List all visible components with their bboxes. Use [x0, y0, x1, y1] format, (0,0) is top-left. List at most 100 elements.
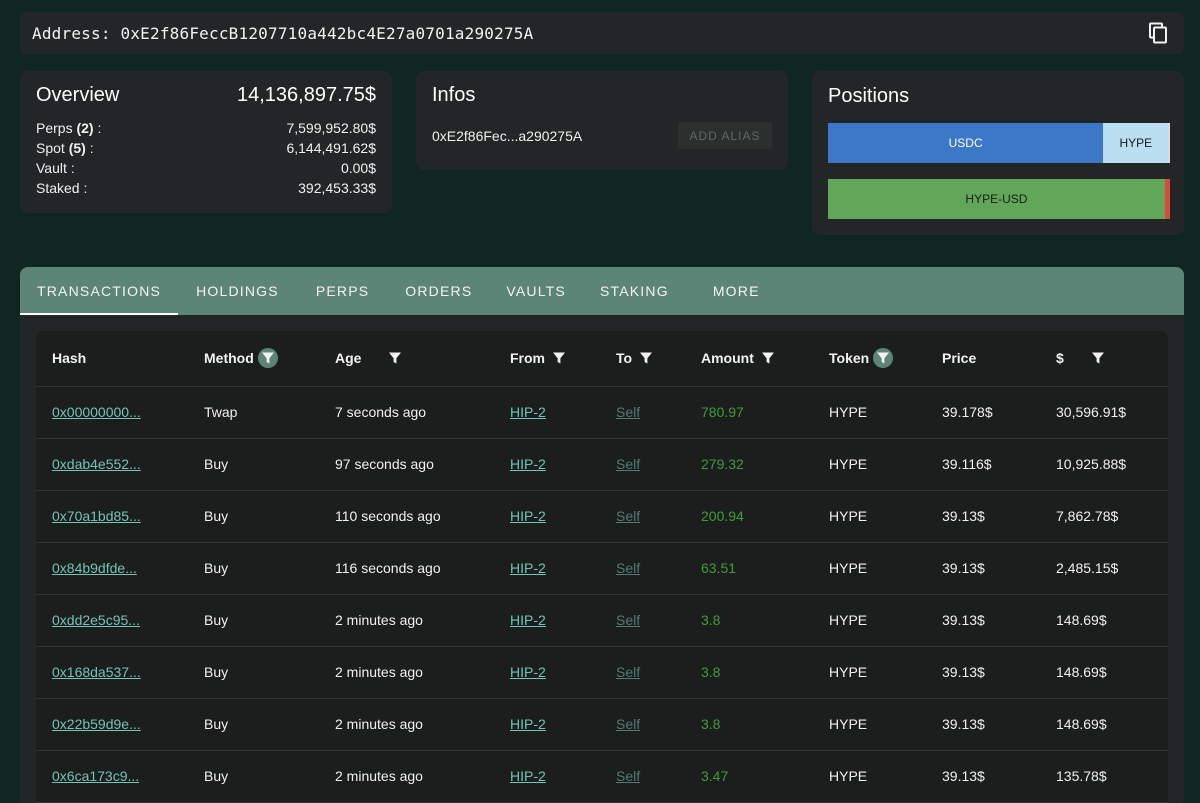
tx-to-link[interactable]: Self — [616, 456, 640, 472]
table-cell: 0xdab4e552... — [36, 438, 188, 491]
tx-to-link[interactable]: Self — [616, 768, 640, 784]
filter-icon[interactable] — [257, 348, 278, 369]
tx-age: 2 minutes ago — [335, 612, 423, 628]
overview-row-label: Vault : — [36, 160, 75, 176]
table-cell: Self — [600, 750, 685, 803]
tx-hash-link[interactable]: 0x168da537... — [52, 664, 141, 680]
filter-icon[interactable] — [873, 348, 894, 369]
position-segment-usdc[interactable]: USDC — [828, 123, 1104, 163]
position-segment-hype-usd[interactable]: HYPE-USD — [828, 179, 1165, 219]
overview-card: Overview 14,136,897.75$ Perps (2) : 7,59… — [20, 71, 392, 213]
tx-from-link[interactable]: HIP-2 — [510, 508, 546, 524]
tx-age: 7 seconds ago — [335, 404, 427, 420]
table-cell: 3.47 — [685, 750, 813, 803]
tx-hash-link[interactable]: 0xdd2e5c95... — [52, 612, 140, 628]
tx-to-link[interactable]: Self — [616, 612, 640, 628]
position-segment[interactable] — [1164, 179, 1170, 219]
table-cell: Self — [600, 386, 685, 439]
table-cell: 2 minutes ago — [319, 750, 494, 803]
column-header-hash: Hash — [36, 331, 188, 387]
column-header-amount: Amount — [685, 331, 813, 387]
table-row: 0x6ca173c9... Buy 2 minutes ago HIP-2 Self 3.… — [36, 750, 1168, 803]
table-cell: HIP-2 — [494, 386, 600, 439]
address-bar: Address: 0xE2f86FeccB1207710a442bc4E27a0… — [20, 12, 1184, 54]
table-cell: 780.97 — [685, 386, 813, 439]
table-cell: 148.69$ — [1040, 646, 1168, 699]
tab-holdings[interactable]: HOLDINGS — [178, 267, 297, 315]
tx-amount: 3.8 — [701, 716, 721, 732]
table-cell: Self — [600, 542, 685, 595]
tx-to-link[interactable]: Self — [616, 560, 640, 576]
table-cell: HYPE — [813, 386, 926, 439]
tab-vaults[interactable]: VAULTS — [489, 267, 583, 315]
position-segment[interactable] — [1168, 123, 1170, 163]
infos-card: Infos 0xE2f86Fec...a290275A ADD ALIAS — [416, 71, 788, 170]
table-header-row: Hash Method Age From To Amount Token Pri… — [36, 331, 1168, 387]
tx-from-link[interactable]: HIP-2 — [510, 612, 546, 628]
table-cell: 135.78$ — [1040, 750, 1168, 803]
tx-hash-link[interactable]: 0x22b59d9e... — [52, 716, 141, 732]
table-cell: 39.116$ — [926, 438, 1040, 491]
tx-from-link[interactable]: HIP-2 — [510, 664, 546, 680]
tx-from-link[interactable]: HIP-2 — [510, 560, 546, 576]
table-row: 0xdab4e552... Buy 97 seconds ago HIP-2 Self 2… — [36, 438, 1168, 491]
tx-hash-link[interactable]: 0x84b9dfde... — [52, 560, 137, 576]
tx-to-link[interactable]: Self — [616, 664, 640, 680]
table-cell: 63.51 — [685, 542, 813, 595]
tx-token: HYPE — [829, 508, 868, 524]
add-alias-button[interactable]: ADD ALIAS — [678, 122, 772, 149]
tx-price: 39.13$ — [942, 560, 985, 576]
tx-amount: 780.97 — [701, 404, 744, 420]
overview-row-value: 6,144,491.62$ — [286, 140, 376, 156]
filter-icon[interactable] — [549, 348, 569, 368]
tx-from-link[interactable]: HIP-2 — [510, 456, 546, 472]
tx-price: 39.116$ — [942, 456, 992, 472]
tx-age: 2 minutes ago — [335, 716, 423, 732]
table-cell: Buy — [188, 438, 319, 491]
tx-from-link[interactable]: HIP-2 — [510, 404, 546, 420]
filter-icon[interactable] — [1088, 348, 1108, 368]
table-row: 0xdd2e5c95... Buy 2 minutes ago HIP-2 Self 3.… — [36, 594, 1168, 647]
transactions-panel: TRANSACTIONS HOLDINGS PERPS ORDERS VAULT… — [20, 267, 1184, 803]
overview-total: 14,136,897.75$ — [236, 83, 376, 106]
tx-from-link[interactable]: HIP-2 — [510, 768, 546, 784]
table-row: 0x70a1bd85... Buy 110 seconds ago HIP-2 Self… — [36, 490, 1168, 543]
table-row: 0x84b9dfde... Buy 116 seconds ago HIP-2 Self… — [36, 542, 1168, 595]
table-cell: 39.13$ — [926, 542, 1040, 595]
table-cell: Self — [600, 490, 685, 543]
tx-age: 110 seconds ago — [335, 508, 441, 524]
table-cell: 39.13$ — [926, 750, 1040, 803]
tab-perps[interactable]: PERPS — [297, 267, 388, 315]
overview-row-staked: Staked : 392,453.33$ — [36, 178, 376, 198]
tx-from-link[interactable]: HIP-2 — [510, 716, 546, 732]
tx-method: Buy — [204, 612, 229, 628]
filter-icon[interactable] — [385, 348, 405, 368]
tx-hash-link[interactable]: 0x00000000... — [52, 404, 141, 420]
tx-token: HYPE — [829, 404, 868, 420]
table-cell: 39.13$ — [926, 594, 1040, 647]
column-header-age: Age — [319, 331, 494, 387]
position-segment-hype[interactable]: HYPE — [1103, 123, 1169, 163]
copy-icon[interactable] — [1146, 21, 1170, 45]
tab-staking[interactable]: STAKING — [583, 267, 691, 315]
tab-transactions[interactable]: TRANSACTIONS — [20, 267, 179, 315]
tab-more[interactable]: MORE — [691, 267, 777, 315]
tx-hash-link[interactable]: 0x70a1bd85... — [52, 508, 141, 524]
tx-hash-link[interactable]: 0x6ca173c9... — [52, 768, 139, 784]
tx-to-link[interactable]: Self — [616, 404, 640, 420]
column-header-usd: $ — [1040, 331, 1168, 387]
tx-usd-value: 148.69$ — [1056, 716, 1107, 732]
table-cell: 0xdd2e5c95... — [36, 594, 188, 647]
overview-row-label: Perps — [36, 120, 73, 136]
tx-hash-link[interactable]: 0xdab4e552... — [52, 456, 141, 472]
table-cell: 7,862.78$ — [1040, 490, 1168, 543]
tx-to-link[interactable]: Self — [616, 716, 640, 732]
tab-orders[interactable]: ORDERS — [388, 267, 489, 315]
infos-short-address: 0xE2f86Fec...a290275A — [432, 127, 583, 144]
tx-amount: 279.32 — [701, 456, 744, 472]
filter-icon[interactable] — [758, 348, 778, 368]
tx-to-link[interactable]: Self — [616, 508, 640, 524]
overview-row-label: Spot — [36, 140, 65, 156]
tx-method: Buy — [204, 716, 229, 732]
filter-icon[interactable] — [636, 348, 656, 368]
